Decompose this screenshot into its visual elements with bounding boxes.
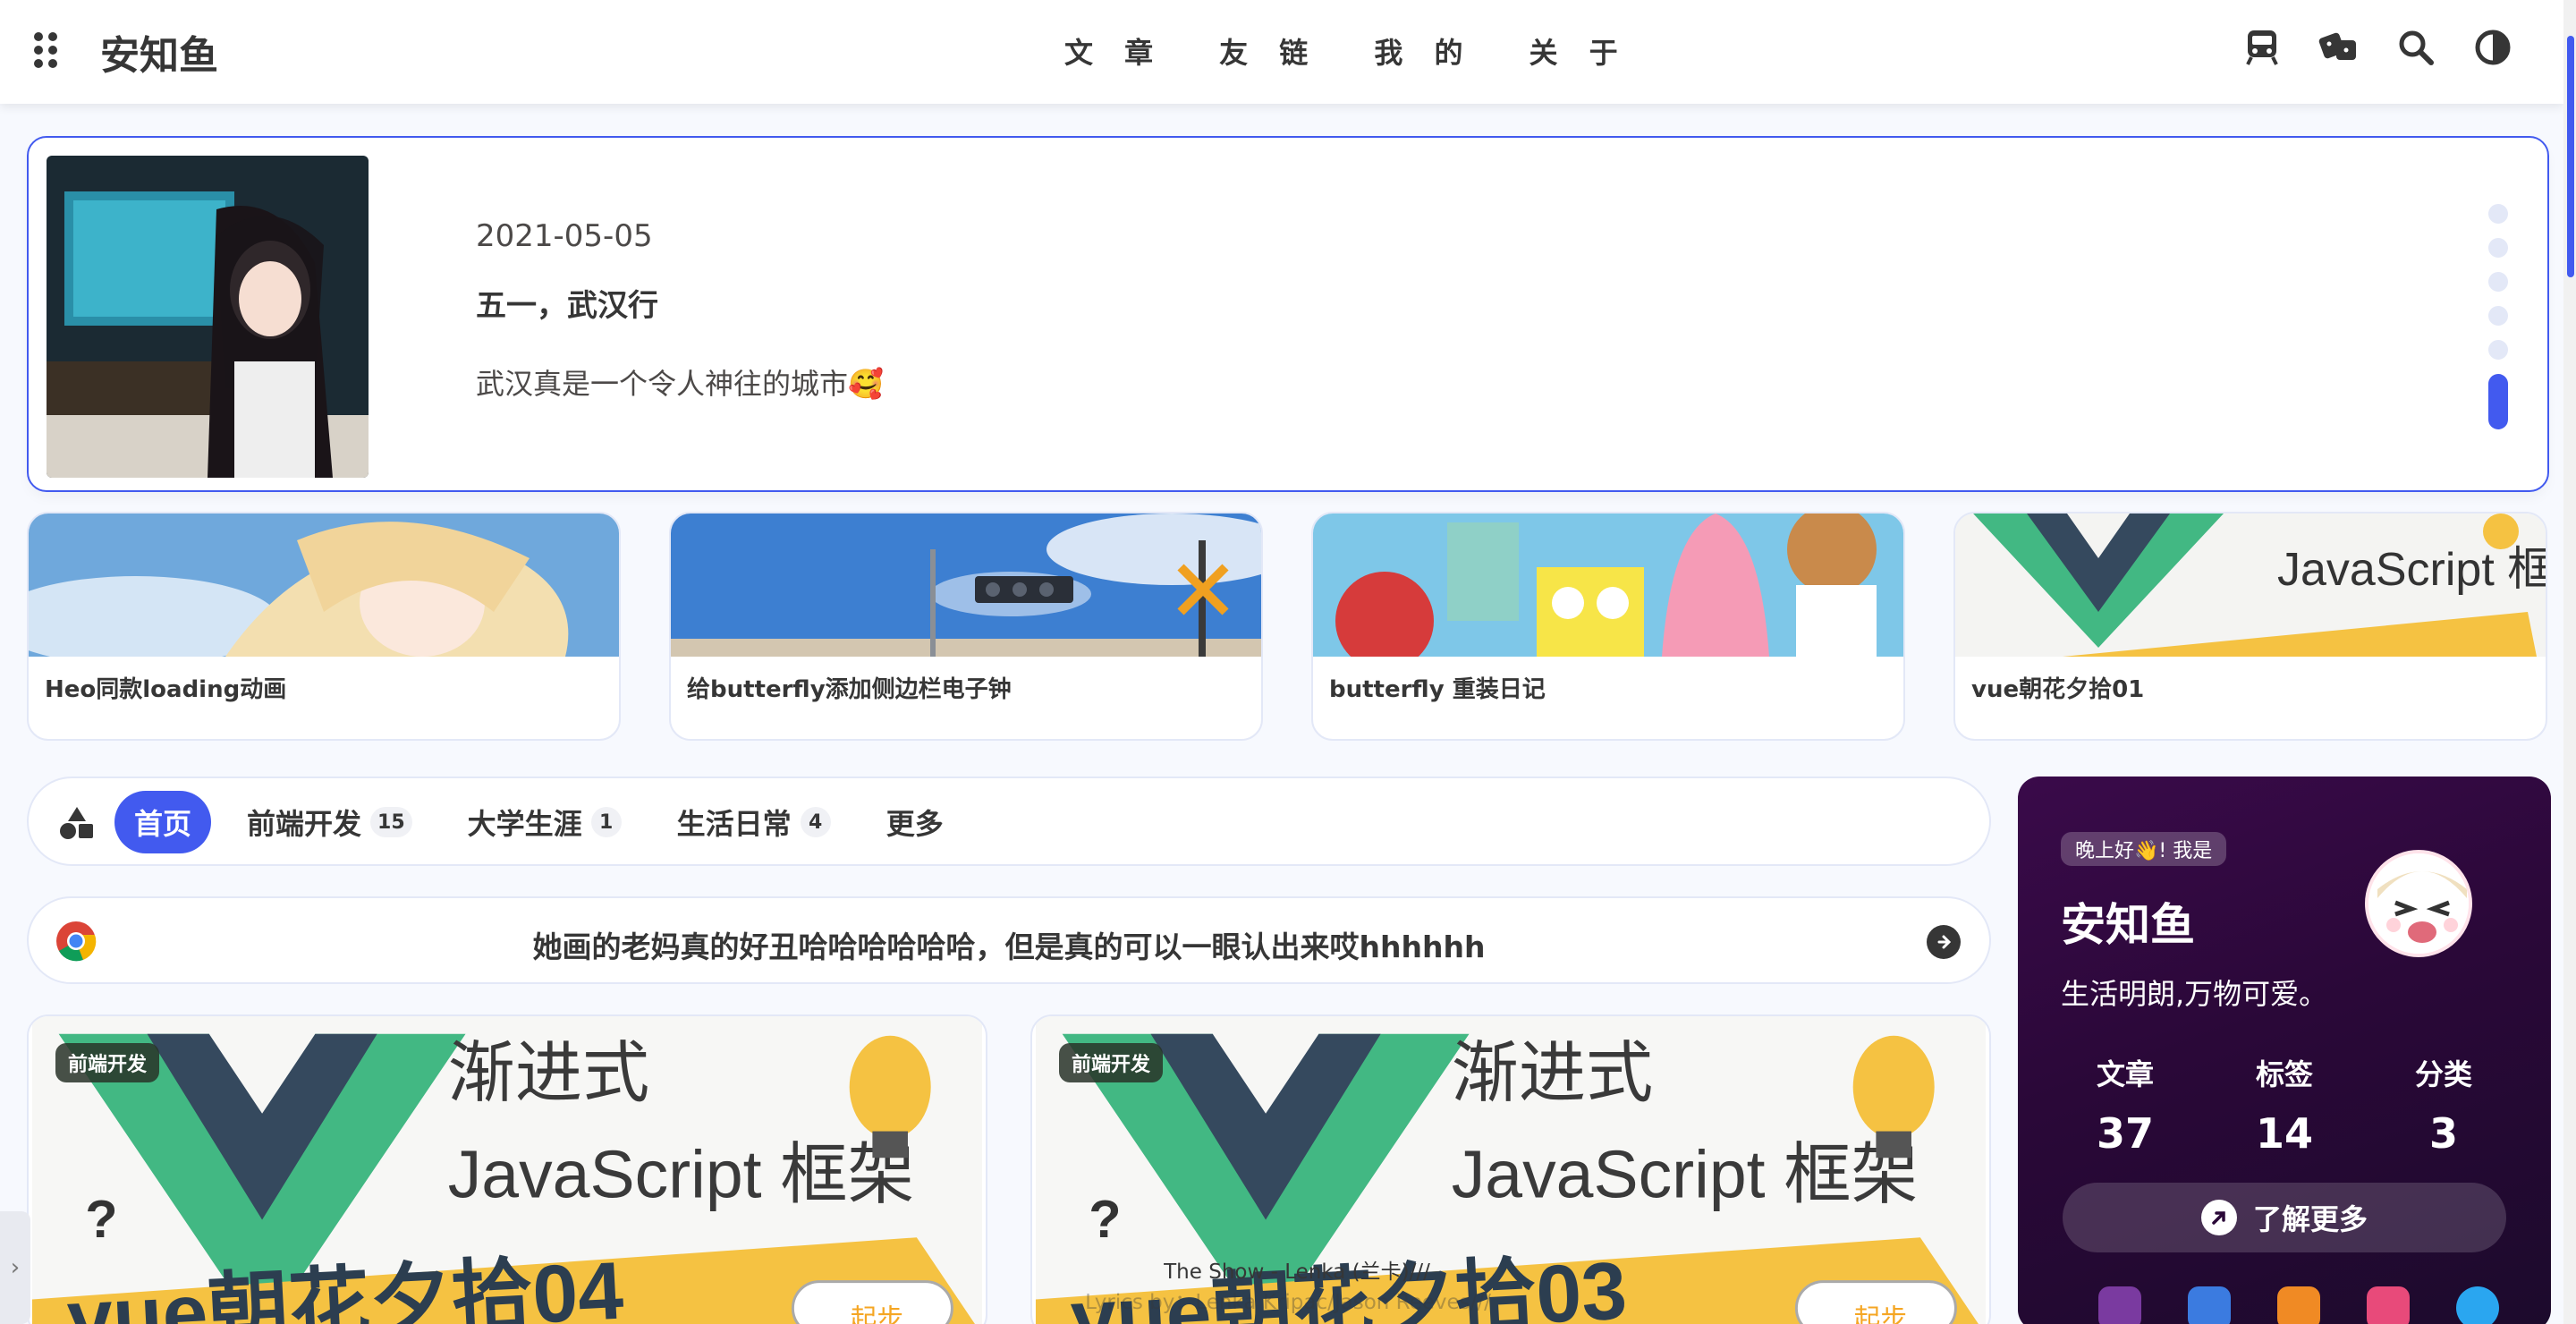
stat-label: 标签 — [2255, 1057, 2313, 1091]
category-label: 前端开发 — [247, 807, 362, 841]
swiper-dot[interactable] — [2488, 306, 2508, 326]
recent-post-title[interactable]: vue朝花夕拾01 — [1971, 671, 2144, 704]
swiper-dot[interactable] — [2488, 340, 2508, 360]
player-lyric-next: Lyrics by：Lenka Kripac/Jason Reeves/// — [1085, 1291, 1491, 1314]
cover-title-1: 渐进式 — [1452, 1035, 1653, 1110]
svg-text:?: ? — [85, 1189, 117, 1249]
category-bar: 首页 前端开发 15 大学生涯 1 生活日常 4 更多 — [27, 777, 1991, 866]
author-name: 安知鱼 — [2061, 899, 2195, 951]
nav-item-links[interactable]: 友 链 — [1219, 30, 1318, 72]
stat-value: 37 — [2096, 1109, 2154, 1158]
bulletin-bar[interactable]: 她画的老妈真的好丑哈哈哈哈哈哈，但是真的可以一眼认出来哎hhhhhh — [27, 896, 1991, 984]
category-more[interactable]: 更多 — [867, 791, 963, 853]
post-category-tag[interactable]: 前端开发 — [1059, 1043, 1164, 1082]
recent-post-title[interactable]: 给butterfly添加侧边栏电子钟 — [687, 671, 1012, 704]
category-frontend[interactable]: 前端开发 15 — [227, 791, 432, 853]
shapes-icon[interactable] — [59, 805, 95, 841]
featured-description: 武汉真是一个令人神往的城市🥰 — [476, 367, 884, 401]
stat-articles[interactable]: 文章 37 — [2054, 1052, 2197, 1158]
stat-label: 分类 — [2414, 1057, 2472, 1091]
recent-post-title[interactable]: Heo同款loading动画 — [45, 671, 286, 704]
learn-more-label: 了解更多 — [2252, 1202, 2368, 1236]
dice-icon[interactable] — [2318, 27, 2360, 68]
recent-post-cover — [1313, 513, 1903, 657]
stat-tags[interactable]: 标签 14 — [2213, 1052, 2356, 1158]
cover-title-2: JavaScript 框架 — [1452, 1137, 1919, 1212]
featured-swiper[interactable]: 2021-05-05 五一，武汉行 武汉真是一个令人神往的城市🥰 — [27, 136, 2549, 492]
site-title[interactable]: 安知鱼 — [100, 23, 218, 81]
category-count: 4 — [800, 807, 831, 837]
menu-grid-icon[interactable] — [34, 32, 64, 68]
cover-title-2: JavaScript 框架 — [448, 1137, 915, 1212]
bulletin-text: 她画的老妈真的好丑哈哈哈哈哈哈，但是真的可以一眼认出来哎hhhhhh — [532, 929, 1486, 964]
train-icon[interactable] — [2241, 27, 2283, 68]
darkmode-icon[interactable] — [2472, 27, 2513, 68]
category-count: 1 — [590, 807, 622, 837]
cover-title-1: 渐进式 — [448, 1035, 649, 1110]
nav-item-about[interactable]: 关 于 — [1529, 30, 1628, 72]
page-scrollbar[interactable] — [2563, 0, 2576, 1324]
scrollbar-thumb[interactable] — [2567, 36, 2574, 277]
featured-date: 2021-05-05 — [476, 218, 653, 254]
recent-post-card[interactable]: 给butterfly添加侧边栏电子钟 — [669, 512, 1263, 741]
category-label: 更多 — [886, 807, 944, 841]
swiper-pagination — [2488, 204, 2508, 444]
author-motto: 生活明朗,万物可爱。 — [2061, 977, 2328, 1011]
stat-value: 14 — [2255, 1109, 2313, 1158]
learn-more-button[interactable]: 了解更多 — [2063, 1183, 2506, 1252]
featured-title[interactable]: 五一，武汉行 — [476, 281, 658, 325]
category-label: 首页 — [134, 807, 192, 841]
recent-post-title[interactable]: butterfly 重装日记 — [1329, 671, 1546, 704]
external-link-icon — [2200, 1200, 2237, 1235]
featured-cover-image[interactable] — [47, 156, 369, 478]
swiper-dot-active[interactable] — [2488, 374, 2508, 429]
category-home[interactable]: 首页 — [114, 791, 212, 853]
category-label: 生活日常 — [676, 807, 792, 841]
search-icon[interactable] — [2395, 27, 2436, 68]
recent-post-cover — [671, 513, 1261, 657]
avatar[interactable] — [2365, 850, 2472, 957]
recent-post-cover: JavaScript 框架 — [1955, 513, 2546, 657]
chevron-right-icon[interactable]: › — [0, 1211, 30, 1324]
category-label: 大学生涯 — [467, 807, 582, 841]
category-count: 15 — [370, 807, 412, 837]
post-category-tag[interactable]: 前端开发 — [55, 1043, 160, 1082]
swiper-dot[interactable] — [2488, 272, 2508, 292]
swiper-dot[interactable] — [2488, 238, 2508, 258]
stat-value: 3 — [2428, 1109, 2458, 1158]
swiper-dot[interactable] — [2488, 204, 2508, 224]
recent-post-card[interactable]: JavaScript 框架 vue朝花夕拾01 — [1953, 512, 2547, 741]
svg-text:?: ? — [1089, 1189, 1121, 1249]
author-greeting: 晚上好👋! 我是 — [2061, 832, 2227, 866]
site-header: 安知鱼 文 章 友 链 我 的 关 于 — [0, 0, 2563, 104]
recent-post-cover — [29, 513, 619, 657]
player-lyric-current: The Show - Lenka (兰卡)/// — [1164, 1260, 1430, 1284]
main-nav: 文 章 友 链 我 的 关 于 — [1064, 30, 1629, 72]
arrow-right-icon[interactable] — [1927, 925, 1961, 959]
author-stats: 文章 37 标签 14 分类 3 — [2054, 1052, 2515, 1158]
recent-post-card[interactable]: butterfly 重装日记 — [1311, 512, 1905, 741]
recent-post-card[interactable]: Heo同款loading动画 — [27, 512, 621, 741]
stat-categories[interactable]: 分类 3 — [2372, 1052, 2515, 1158]
svg-text:JavaScript 框架: JavaScript 框架 — [2277, 544, 2546, 596]
category-list: 首页 前端开发 15 大学生涯 1 生活日常 4 更多 — [114, 791, 963, 853]
header-actions — [2241, 27, 2513, 68]
author-card: 晚上好👋! 我是 安知鱼 生活明朗,万物可爱。 文章 37 标签 14 分类 3… — [2018, 777, 2551, 1324]
category-university[interactable]: 大学生涯 1 — [448, 791, 641, 853]
nav-item-mine[interactable]: 我 的 — [1374, 30, 1473, 72]
category-daily-life[interactable]: 生活日常 4 — [657, 791, 851, 853]
stat-label: 文章 — [2096, 1057, 2154, 1091]
nav-item-articles[interactable]: 文 章 — [1064, 30, 1164, 72]
